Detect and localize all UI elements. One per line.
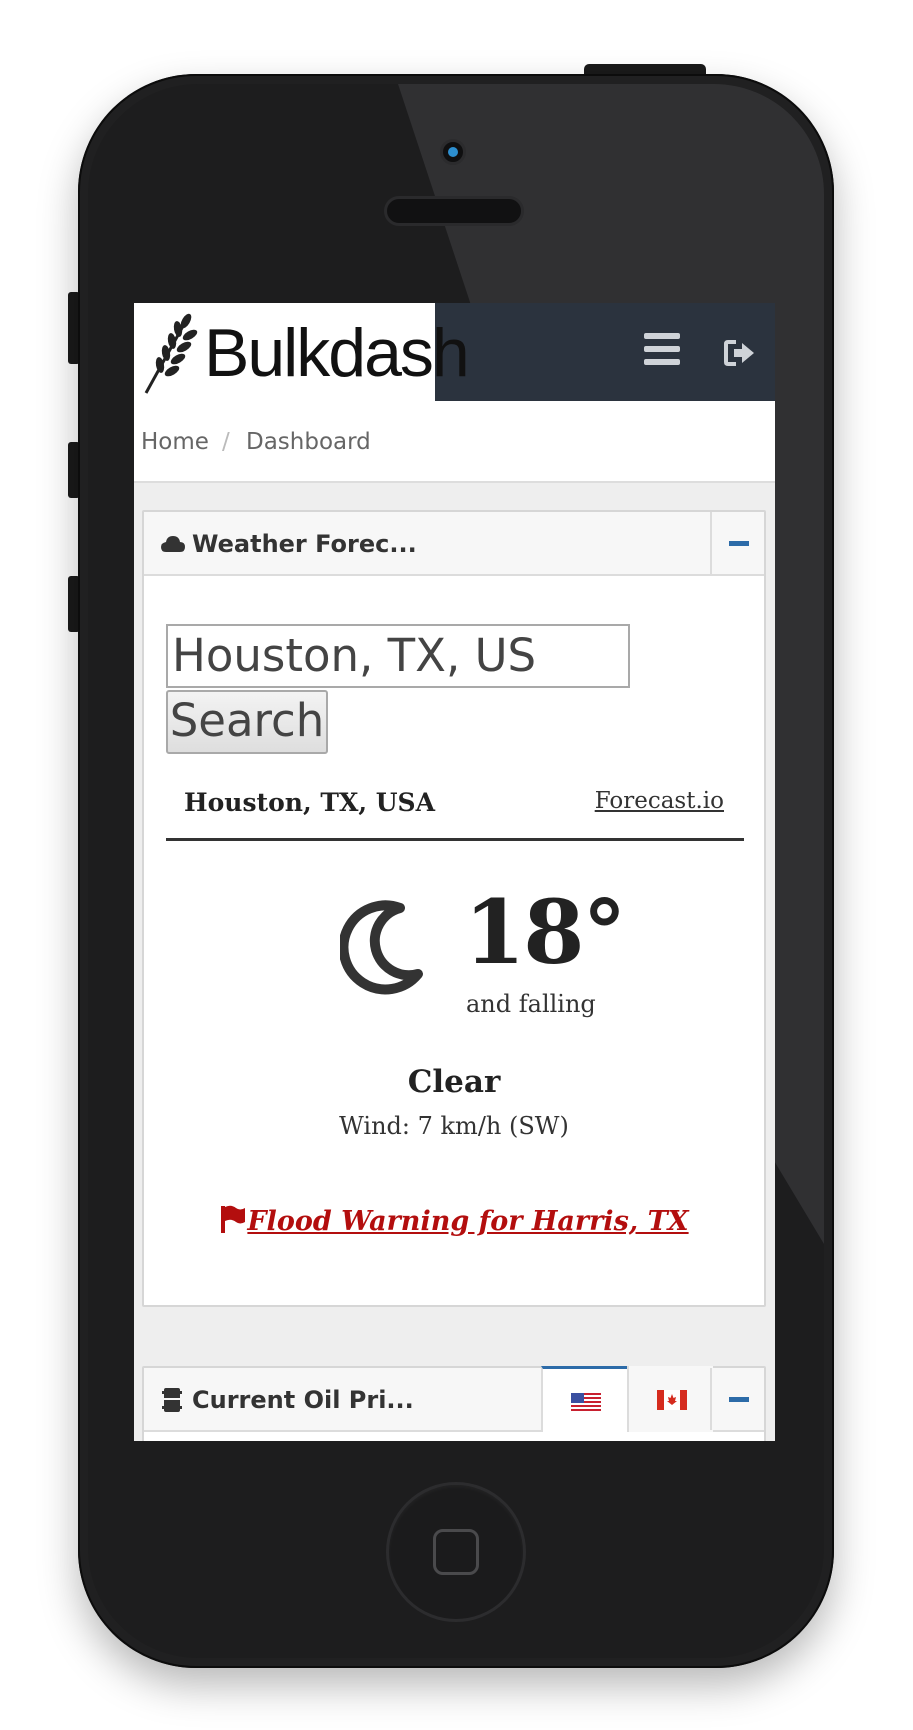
- brand[interactable]: Bulkdash: [134, 303, 470, 401]
- breadcrumb-current: Dashboard: [246, 429, 371, 455]
- tab-us-prices[interactable]: [541, 1366, 627, 1432]
- forecast-source-link[interactable]: Forecast.io: [595, 788, 724, 814]
- city-search-input[interactable]: Houston, TX, US: [166, 624, 630, 688]
- top-navbar: Bulkdash: [134, 303, 775, 401]
- oil-widget-title: Current Oil Pri...: [192, 1386, 414, 1414]
- weather-collapse-button[interactable]: [710, 512, 764, 574]
- brand-name: Bulkdash: [204, 315, 470, 391]
- weather-alert-link[interactable]: Flood Warning for Harris, TX: [144, 1204, 764, 1237]
- breadcrumb-separator: /: [222, 429, 230, 455]
- breadcrumb-home-link[interactable]: Home: [141, 429, 209, 455]
- tab-canada-prices[interactable]: [627, 1366, 713, 1432]
- home-button[interactable]: [386, 1482, 526, 1622]
- weather-widget: Weather Forec... Houston, TX, US Search …: [142, 510, 766, 1307]
- home-square-icon: [433, 1529, 479, 1575]
- oil-collapse-button[interactable]: [710, 1368, 764, 1430]
- forecast-divider: [166, 838, 744, 841]
- weather-widget-title: Weather Forec...: [192, 530, 417, 558]
- weather-widget-header: Weather Forec...: [144, 512, 764, 576]
- forecast-summary: Clear: [407, 1064, 501, 1100]
- forecast-temperature: 18°: [464, 880, 626, 984]
- flag-icon: [221, 1205, 246, 1233]
- weather-alert-text: Flood Warning for Harris, TX: [247, 1206, 689, 1237]
- forecast-trend: and falling: [466, 990, 596, 1018]
- oil-prices-widget: Current Oil Pri...: [142, 1366, 766, 1441]
- search-button[interactable]: Search: [166, 690, 328, 754]
- earpiece-speaker: [384, 196, 524, 226]
- cloud-icon: [161, 536, 185, 552]
- sign-out-icon[interactable]: [724, 339, 756, 367]
- front-camera: [440, 139, 466, 165]
- barrel-icon: [162, 1388, 182, 1412]
- phone-screen: Bulkdash Home / Dashboard Weather Forec.…: [134, 303, 775, 1441]
- forecast-location: Houston, TX, USA: [184, 788, 436, 817]
- forecast-wind: Wind: 7 km/h (SW): [339, 1112, 569, 1140]
- wheat-icon: [144, 313, 198, 394]
- canada-flag-icon: [657, 1390, 687, 1410]
- moon-icon: [340, 900, 423, 995]
- hamburger-icon[interactable]: [644, 333, 680, 369]
- us-flag-icon: [571, 1393, 601, 1413]
- breadcrumb: Home / Dashboard: [134, 401, 775, 483]
- oil-widget-header: Current Oil Pri...: [144, 1366, 764, 1432]
